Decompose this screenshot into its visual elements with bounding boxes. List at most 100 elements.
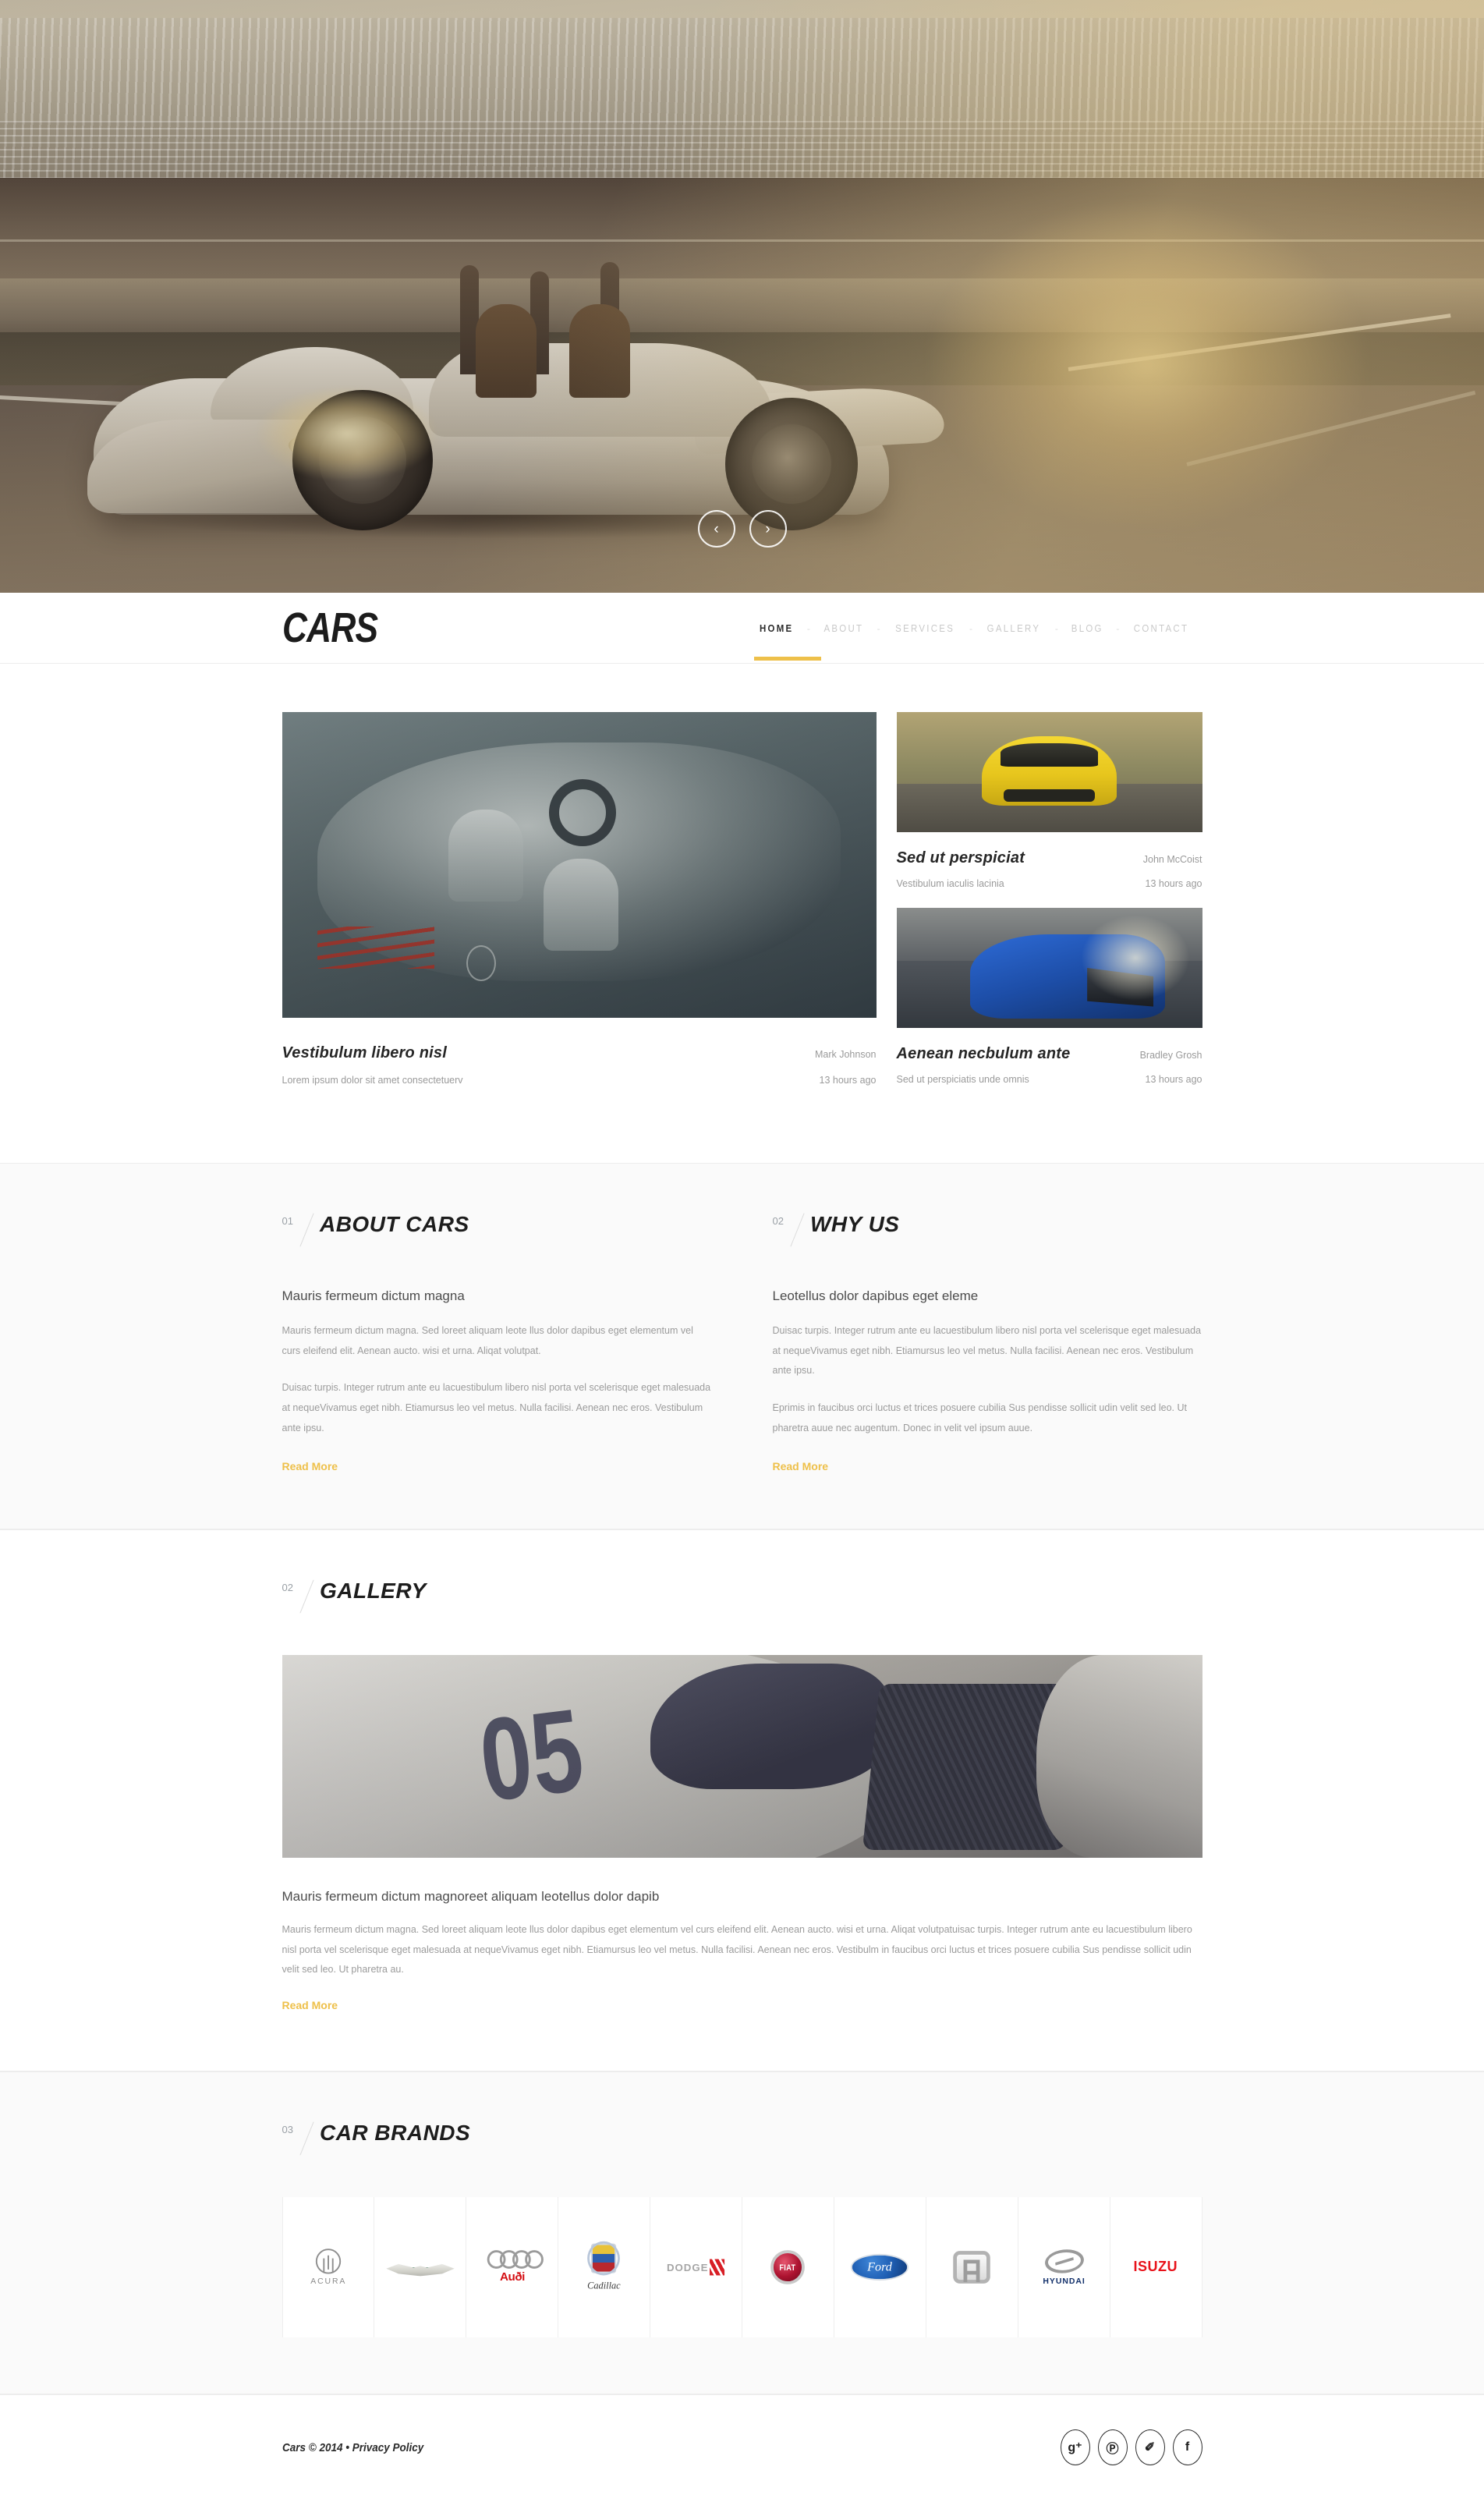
footer-copyright[interactable]: Cars © 2014 • Privacy Policy <box>282 2441 423 2454</box>
why-us-section-header: 02 WHY US <box>773 1212 1202 1248</box>
nav-item-home[interactable]: HOME <box>752 622 802 634</box>
nav-item-about[interactable]: ABOUT <box>816 622 872 634</box>
side-post-1-image[interactable] <box>896 712 1202 832</box>
brand-acura[interactable]: ACURA <box>282 2197 375 2337</box>
brand-cadillac[interactable]: Cadillac <box>558 2197 651 2337</box>
acura-wordmark: ACURA <box>310 2277 346 2286</box>
site-footer: Cars © 2014 • Privacy Policy g⁺ Ⓟ ✐ f <box>0 2394 1484 2509</box>
main-navigation: HOME - ABOUT - SERVICES - GALLERY - BLOG… <box>748 622 1202 661</box>
about-section-header: 01 ABOUT CARS <box>282 1212 712 1248</box>
brands-section-title: CAR BRANDS <box>319 2121 471 2145</box>
nav-item-contact[interactable]: CONTACT <box>1126 622 1198 634</box>
brands-section-number: 03 <box>282 2124 293 2135</box>
brands-section-header: 03 CAR BRANDS <box>282 2121 1202 2156</box>
facebook-icon[interactable]: f <box>1172 2429 1202 2465</box>
side-post-2-author: Bradley Grosh <box>1139 1050 1202 1061</box>
audi-logo-icon: Auði <box>487 2250 544 2284</box>
about-paragraph-1: Mauris fermeum dictum magna. Sed loreet … <box>282 1325 693 1356</box>
social-links: g⁺ Ⓟ ✐ f <box>1060 2429 1202 2465</box>
pinterest-icon[interactable]: Ⓟ <box>1097 2429 1128 2465</box>
fiat-wordmark: FIAT <box>779 2262 797 2273</box>
featured-post[interactable]: Vestibulum libero nisl Mark Johnson Lore… <box>282 712 877 1104</box>
why-us-read-more-link[interactable]: Read More <box>773 1460 829 1472</box>
dodge-wordmark: DODGE <box>667 2261 709 2273</box>
aston-martin-logo-icon <box>386 2262 455 2277</box>
page-root: ‹ › CARS HOME - ABOUT - SERVICES - GALLE… <box>0 0 1484 2509</box>
site-logo[interactable]: CARS <box>282 604 378 652</box>
gallery-section-title: GALLERY <box>319 1579 427 1604</box>
brand-honda[interactable] <box>926 2197 1018 2337</box>
side-post-1[interactable]: Sed ut perspiciat John McCoist Vestibulu… <box>896 712 1202 908</box>
gallery-section: 02 GALLERY 05 Mauris fermeum dictum magn… <box>282 1530 1202 2071</box>
about-section-number: 01 <box>282 1215 293 1227</box>
brand-hyundai[interactable]: HYUNDAI <box>1018 2197 1110 2337</box>
slash-divider-icon <box>293 1579 320 1614</box>
ford-logo-icon: Ford <box>851 2253 909 2281</box>
honda-logo-icon <box>953 2251 991 2284</box>
acura-logo-icon: ACURA <box>310 2249 346 2286</box>
slider-controls: ‹ › <box>0 510 1484 548</box>
about-read-more-link[interactable]: Read More <box>282 1460 338 1472</box>
side-post-2-time: 13 hours ago <box>1145 1074 1202 1085</box>
nav-item-gallery[interactable]: GALLERY <box>979 622 1049 634</box>
hyundai-logo-icon: HYUNDAI <box>1042 2249 1086 2286</box>
nav-separator: - <box>877 622 880 634</box>
about-cars-section: 01 ABOUT CARS Mauris fermeum dictum magn… <box>282 1212 712 1474</box>
why-us-paragraph-1: Duisac turpis. Integer rutrum ante eu la… <box>772 1325 1202 1377</box>
brand-logo-row: ACURA Auði Cadillac DODGE FIAT Ford HYUN… <box>282 2197 1202 2337</box>
side-post-2-subtitle: Sed ut perspiciatis unde omnis <box>896 1074 1029 1085</box>
posts-section: Vestibulum libero nisl Mark Johnson Lore… <box>0 664 1484 1163</box>
audi-wordmark: Auði <box>499 2270 525 2284</box>
side-post-1-author: John McCoist <box>1142 854 1202 865</box>
nav-separator: - <box>1054 622 1058 634</box>
hero-image <box>0 0 1484 593</box>
brand-fiat[interactable]: FIAT <box>742 2197 834 2337</box>
nav-separator: - <box>806 622 810 634</box>
gallery-paragraph: Mauris fermeum dictum magna. Sed loreet … <box>282 1924 1192 1976</box>
brands-band: 03 CAR BRANDS ACURA Auði Cadillac DODGE … <box>0 2071 1484 2394</box>
gallery-section-number: 02 <box>282 1582 293 1594</box>
gallery-heading: Mauris fermeum dictum magnoreet aliquam … <box>282 1889 660 1905</box>
google-plus-icon[interactable]: g⁺ <box>1060 2429 1090 2465</box>
side-post-2-image[interactable] <box>896 908 1202 1028</box>
brand-aston-martin[interactable] <box>374 2197 467 2337</box>
twitter-icon[interactable]: ✐ <box>1135 2429 1165 2465</box>
side-post-2[interactable]: Aenean necbulum ante Bradley Grosh Sed u… <box>896 908 1202 1104</box>
brand-dodge[interactable]: DODGE <box>650 2197 743 2337</box>
hero-slider: ‹ › <box>0 0 1484 593</box>
brand-audi[interactable]: Auði <box>466 2197 559 2337</box>
brand-ford[interactable]: Ford <box>834 2197 926 2337</box>
slash-divider-icon <box>293 1212 320 1248</box>
featured-post-image[interactable] <box>282 712 877 1018</box>
why-us-paragraph-2: Eprimis in faucibus orci luctus et trice… <box>772 1402 1188 1433</box>
nav-item-blog[interactable]: BLOG <box>1063 622 1111 634</box>
gallery-section-header: 02 GALLERY <box>282 1579 1202 1614</box>
nav-separator: - <box>969 622 972 634</box>
why-us-heading: Leotellus dolor dapibus eget eleme <box>772 1288 979 1303</box>
featured-post-time: 13 hours ago <box>819 1075 877 1086</box>
slash-divider-icon <box>293 2121 320 2156</box>
featured-post-subtitle: Lorem ipsum dolor sit amet consectetuerv <box>282 1075 463 1086</box>
slider-next-button[interactable]: › <box>749 510 787 548</box>
side-post-1-title[interactable]: Sed ut perspiciat <box>897 849 1025 867</box>
slider-prev-button[interactable]: ‹ <box>697 510 735 548</box>
cadillac-wordmark: Cadillac <box>587 2279 621 2291</box>
why-us-section-number: 02 <box>772 1215 784 1227</box>
gallery-image[interactable]: 05 <box>282 1655 1202 1859</box>
hyundai-wordmark: HYUNDAI <box>1043 2276 1086 2286</box>
dodge-logo-icon: DODGE <box>667 2259 725 2276</box>
fiat-logo-icon: FIAT <box>770 2250 806 2284</box>
why-us-section: 02 WHY US Leotellus dolor dapibus eget e… <box>773 1212 1202 1474</box>
gallery-read-more-link[interactable]: Read More <box>282 1999 338 2011</box>
brand-isuzu[interactable]: ISUZU <box>1110 2197 1202 2337</box>
side-post-1-time: 13 hours ago <box>1145 878 1202 889</box>
side-posts: Sed ut perspiciat John McCoist Vestibulu… <box>896 712 1202 1104</box>
side-post-1-subtitle: Vestibulum iaculis lacinia <box>896 878 1004 889</box>
ford-wordmark: Ford <box>867 2259 893 2274</box>
about-heading: Mauris fermeum dictum magna <box>282 1288 465 1303</box>
side-post-2-title[interactable]: Aenean necbulum ante <box>897 1045 1071 1063</box>
featured-post-title[interactable]: Vestibulum libero nisl <box>282 1044 447 1062</box>
nav-item-services[interactable]: SERVICES <box>887 622 962 634</box>
slash-divider-icon <box>784 1212 810 1248</box>
isuzu-logo-icon: ISUZU <box>1134 2259 1178 2276</box>
